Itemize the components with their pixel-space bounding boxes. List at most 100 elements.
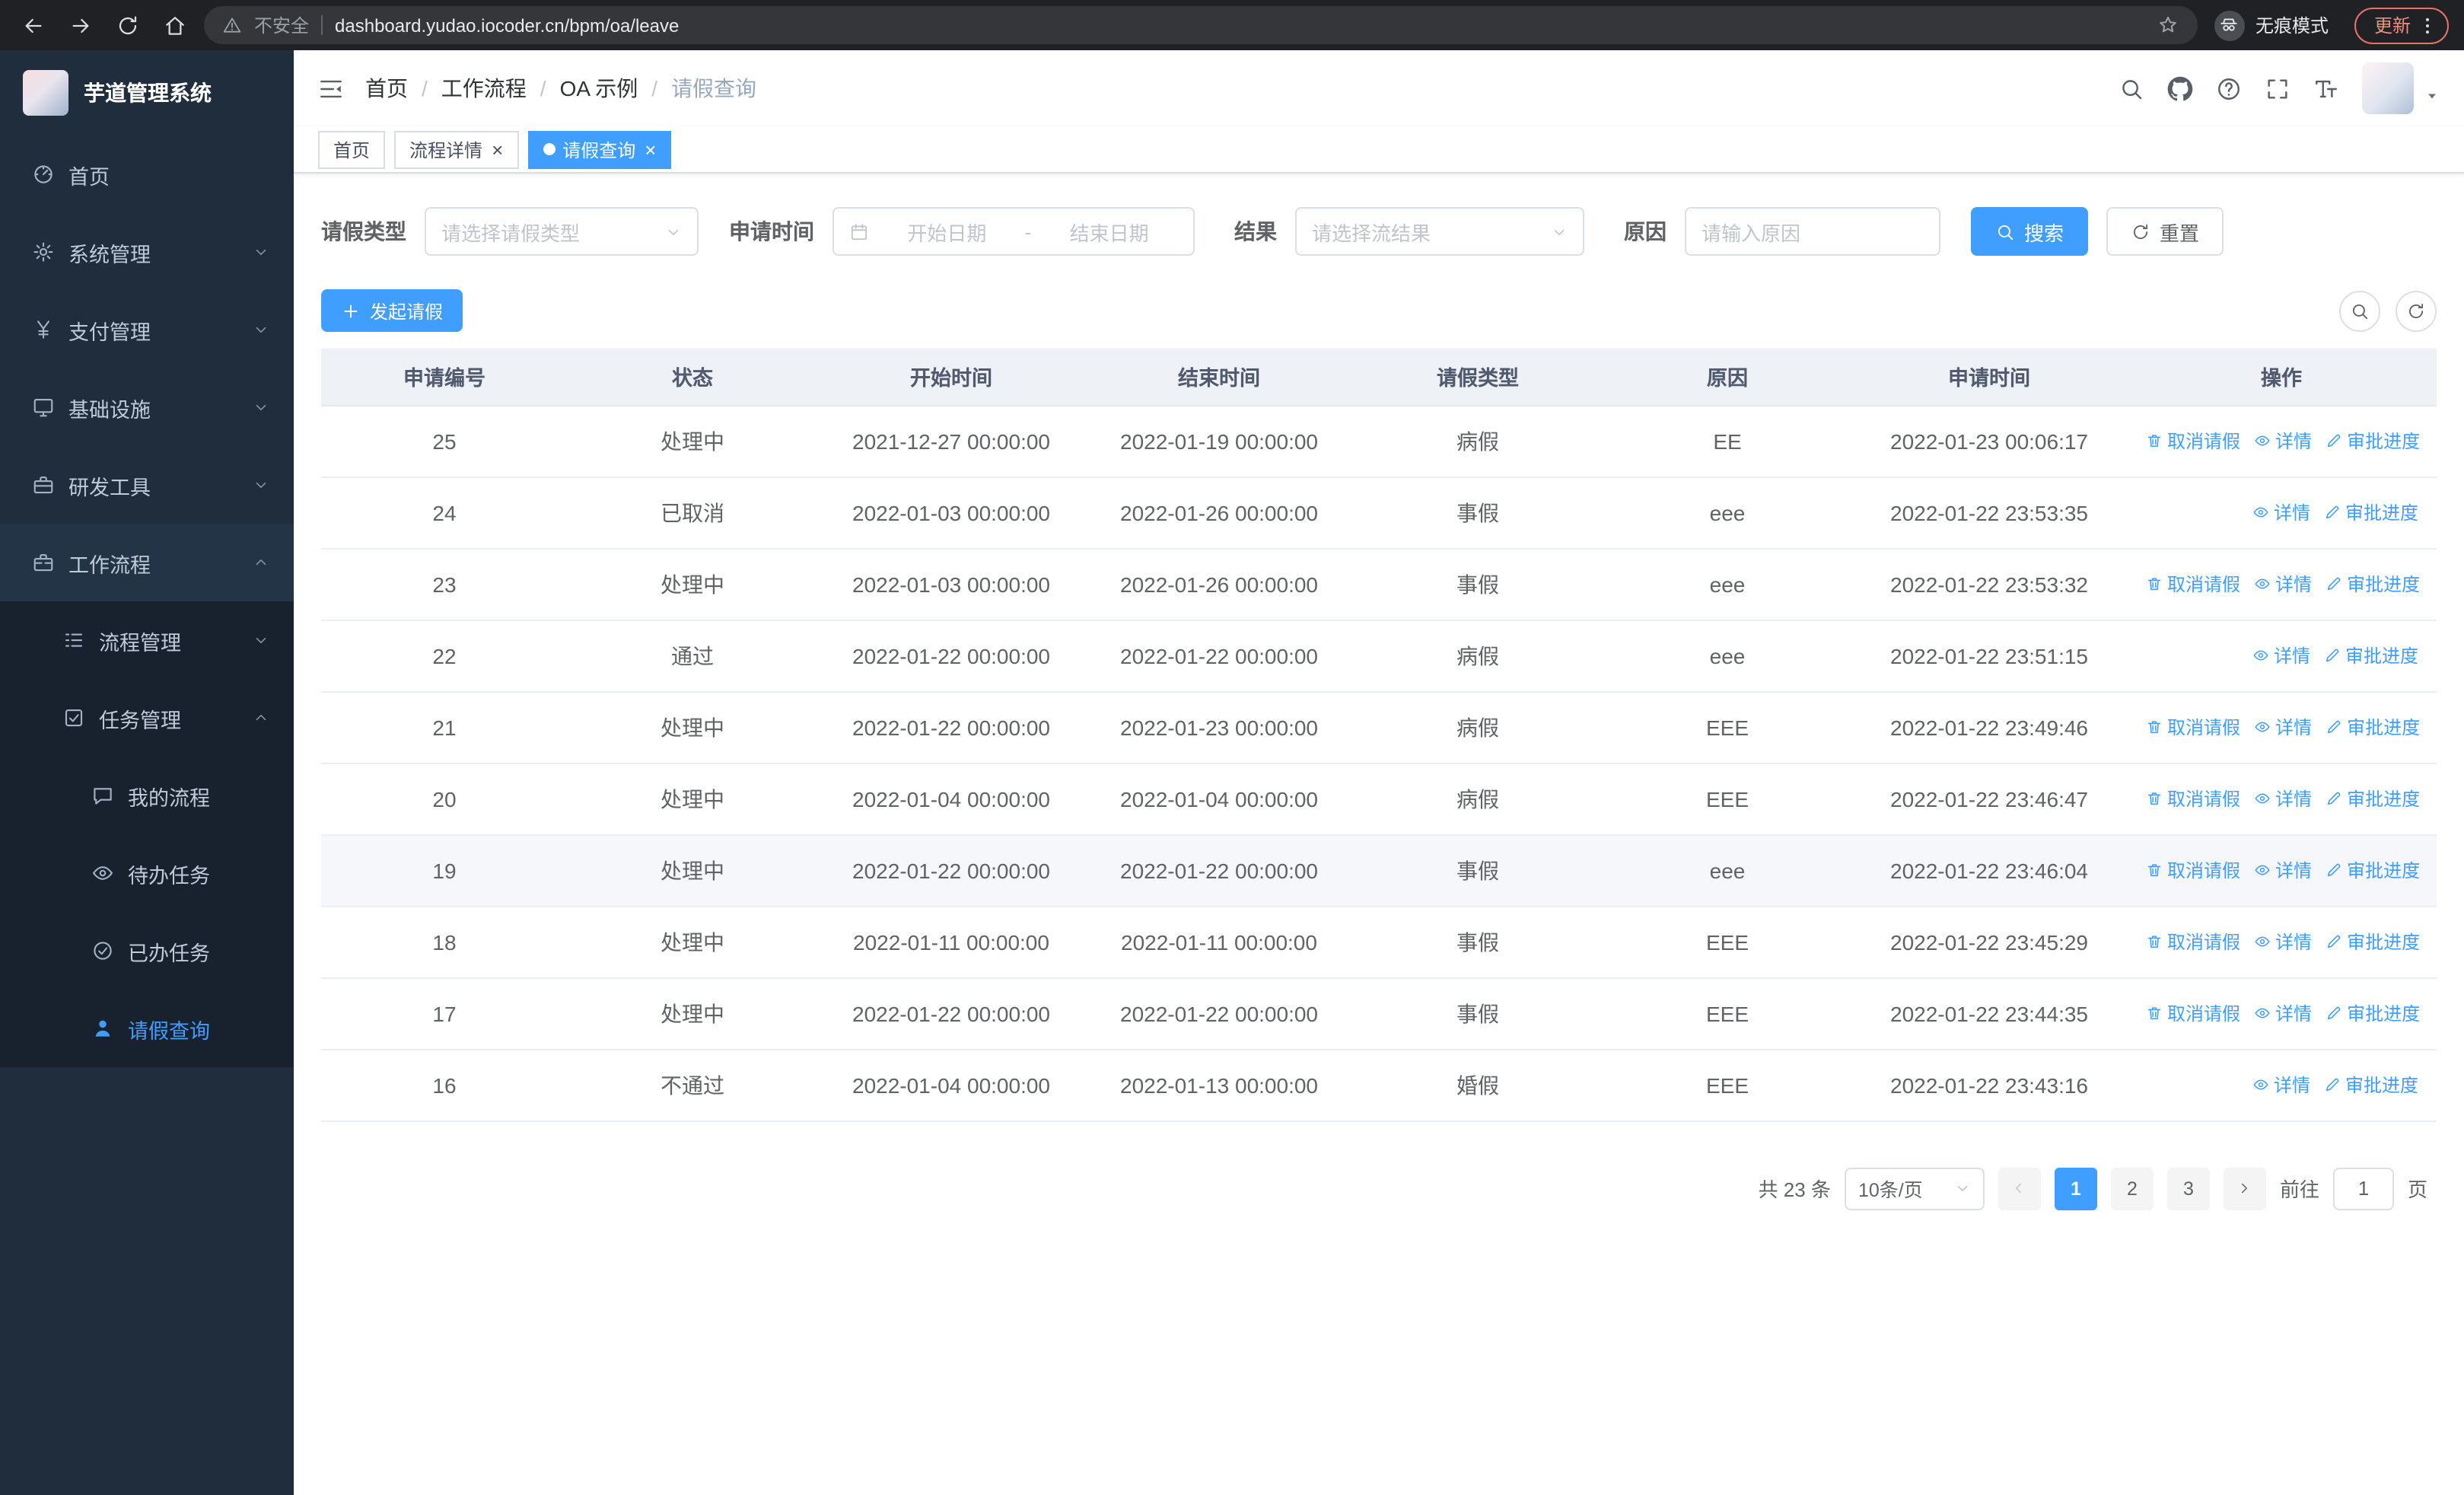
- table-row: 19 处理中 2022-01-22 00:00:00 2022-01-22 00:00…: [321, 834, 2437, 907]
- progress-link[interactable]: 审批进度: [2324, 642, 2418, 668]
- tab-3[interactable]: 请假查询 ×: [527, 130, 672, 168]
- breadcrumb-item[interactable]: 工作流程: [441, 73, 527, 104]
- refresh-table-button[interactable]: [2396, 290, 2437, 331]
- sidebar-item-label: 系统管理: [68, 243, 151, 266]
- prev-page-button[interactable]: [1998, 1167, 2041, 1210]
- reason-input[interactable]: 请输入原因: [1685, 207, 1940, 256]
- sidebar-item-8[interactable]: 任务管理: [0, 679, 294, 757]
- cancel-leave-link[interactable]: 取消请假: [2146, 929, 2240, 955]
- sidebar-item-6[interactable]: 工作流程: [0, 524, 294, 601]
- progress-link[interactable]: 审批进度: [2326, 714, 2420, 740]
- page-button-3[interactable]: 3: [2166, 1167, 2210, 1210]
- create-leave-button[interactable]: 发起请假: [321, 289, 463, 332]
- apply-time-range-picker[interactable]: 开始日期 - 结束日期: [832, 207, 1195, 256]
- progress-link[interactable]: 审批进度: [2326, 571, 2420, 597]
- sidebar-item-4[interactable]: 基础设施: [0, 368, 294, 446]
- tab-close-icon[interactable]: ×: [492, 139, 503, 159]
- sidebar-item-12[interactable]: 请假查询: [0, 990, 294, 1067]
- cancel-leave-link[interactable]: 取消请假: [2146, 1000, 2240, 1026]
- result-select[interactable]: 请选择流结果: [1295, 207, 1584, 256]
- table-cell: 2022-01-23 00:06:17: [1852, 405, 2126, 477]
- cancel-leave-link[interactable]: 取消请假: [2146, 428, 2240, 454]
- progress-link[interactable]: 审批进度: [2324, 1072, 2418, 1098]
- sidebar-item-3[interactable]: 支付管理: [0, 291, 294, 368]
- detail-link[interactable]: 详情: [2254, 929, 2312, 955]
- page-button-1[interactable]: 1: [2054, 1167, 2097, 1210]
- breadcrumb-item[interactable]: OA 示例: [560, 73, 638, 104]
- update-browser-button[interactable]: 更新: [2354, 7, 2449, 43]
- detail-link[interactable]: 详情: [2254, 786, 2312, 811]
- github-icon[interactable]: [2167, 75, 2193, 101]
- user-avatar[interactable]: [2362, 62, 2414, 114]
- detail-link[interactable]: 详情: [2254, 428, 2312, 454]
- font-size-icon[interactable]: [2313, 75, 2339, 101]
- cancel-leave-link[interactable]: 取消请假: [2146, 714, 2240, 740]
- progress-link[interactable]: 审批进度: [2326, 786, 2420, 811]
- next-page-button[interactable]: [2223, 1167, 2266, 1210]
- sidebar-item-11[interactable]: 已办任务: [0, 912, 294, 990]
- sidebar: 芋道管理系统 首页系统管理支付管理 基础设施 研发工具 工作流程 流程管理 任务管理 我的流…: [0, 50, 294, 1495]
- url-text[interactable]: dashboard.yudao.iocoder.cn/bpm/oa/leave: [335, 14, 2144, 36]
- sidebar-item-7[interactable]: 流程管理: [0, 601, 294, 679]
- reload-button[interactable]: [110, 7, 146, 43]
- table-cell: 处理中: [568, 763, 817, 835]
- detail-link[interactable]: 详情: [2254, 714, 2312, 740]
- detail-link[interactable]: 详情: [2252, 1072, 2310, 1098]
- help-icon[interactable]: [2216, 75, 2242, 101]
- table-cell: 已取消: [568, 477, 817, 549]
- tab-2[interactable]: 流程详情 ×: [394, 130, 519, 168]
- bookmark-star-icon[interactable]: [2157, 14, 2179, 37]
- menu-fold-icon[interactable]: [318, 75, 344, 101]
- home-button[interactable]: [157, 7, 193, 43]
- sidebar-item-2[interactable]: 系统管理: [0, 213, 294, 291]
- column-header: 状态: [568, 349, 817, 406]
- cancel-leave-link[interactable]: 取消请假: [2146, 857, 2240, 883]
- sidebar-item-9[interactable]: 我的流程: [0, 757, 294, 834]
- progress-link[interactable]: 审批进度: [2326, 929, 2420, 955]
- tab-1[interactable]: 首页: [318, 130, 386, 168]
- avatar-caret-down-icon[interactable]: [2424, 88, 2440, 104]
- detail-link[interactable]: 详情: [2254, 571, 2312, 597]
- table-cell: 24: [321, 477, 568, 549]
- actions-cell: 取消请假 详情 审批进度: [2126, 548, 2437, 620]
- security-warning-text[interactable]: 不安全: [254, 12, 309, 38]
- detail-link[interactable]: 详情: [2252, 642, 2310, 668]
- header-search-icon[interactable]: [2119, 75, 2144, 101]
- page-button-2[interactable]: 2: [2110, 1167, 2154, 1210]
- user-icon: [91, 1017, 114, 1040]
- cancel-leave-link[interactable]: 取消请假: [2146, 786, 2240, 811]
- chevron-right-icon: [2236, 1180, 2253, 1197]
- monitor-icon: [32, 396, 55, 419]
- sidebar-item-10[interactable]: 待办任务: [0, 834, 294, 912]
- back-icon[interactable]: [15, 7, 52, 43]
- sidebar-item-5[interactable]: 研发工具: [0, 446, 294, 524]
- incognito-label: 无痕模式: [2255, 15, 2329, 37]
- detail-link[interactable]: 详情: [2254, 1000, 2312, 1026]
- toggle-search-button[interactable]: [2339, 290, 2380, 331]
- address-bar[interactable]: 不安全 dashboard.yudao.iocoder.cn/bpm/oa/le…: [204, 6, 2198, 44]
- detail-link[interactable]: 详情: [2252, 499, 2310, 525]
- reset-button[interactable]: 重置: [2106, 207, 2224, 256]
- progress-link[interactable]: 审批进度: [2326, 857, 2420, 883]
- progress-link[interactable]: 审批进度: [2326, 428, 2420, 454]
- browser-menu-icon[interactable]: [2417, 14, 2438, 36]
- detail-link[interactable]: 详情: [2254, 857, 2312, 883]
- browser-chrome: 不安全 dashboard.yudao.iocoder.cn/bpm/oa/le…: [0, 0, 2464, 50]
- table-cell: 22: [321, 620, 568, 692]
- forward-icon[interactable]: [62, 7, 99, 43]
- app-shell: 芋道管理系统 首页 系统管理 支付管理 基础设施 研发工具 工作流程 流程管理 任务管理 我的流…: [0, 50, 2464, 1495]
- table-cell: EEE: [1603, 1049, 1852, 1121]
- fullscreen-icon[interactable]: [2265, 75, 2291, 101]
- progress-link[interactable]: 审批进度: [2324, 499, 2418, 525]
- goto-page-input[interactable]: 1: [2332, 1167, 2394, 1210]
- tab-close-icon[interactable]: ×: [645, 139, 656, 159]
- progress-link[interactable]: 审批进度: [2326, 1000, 2420, 1026]
- cancel-leave-link[interactable]: 取消请假: [2146, 571, 2240, 597]
- sidebar-item-1[interactable]: 首页: [0, 135, 294, 213]
- page-size-select[interactable]: 10条/页: [1844, 1167, 1985, 1210]
- logo[interactable]: 芋道管理系统: [0, 50, 294, 135]
- breadcrumb-item[interactable]: 首页: [365, 73, 408, 104]
- leave-type-select[interactable]: 请选择请假类型: [425, 207, 699, 256]
- search-button[interactable]: 搜索: [1971, 207, 2089, 256]
- chevron-down-icon: [253, 399, 269, 416]
